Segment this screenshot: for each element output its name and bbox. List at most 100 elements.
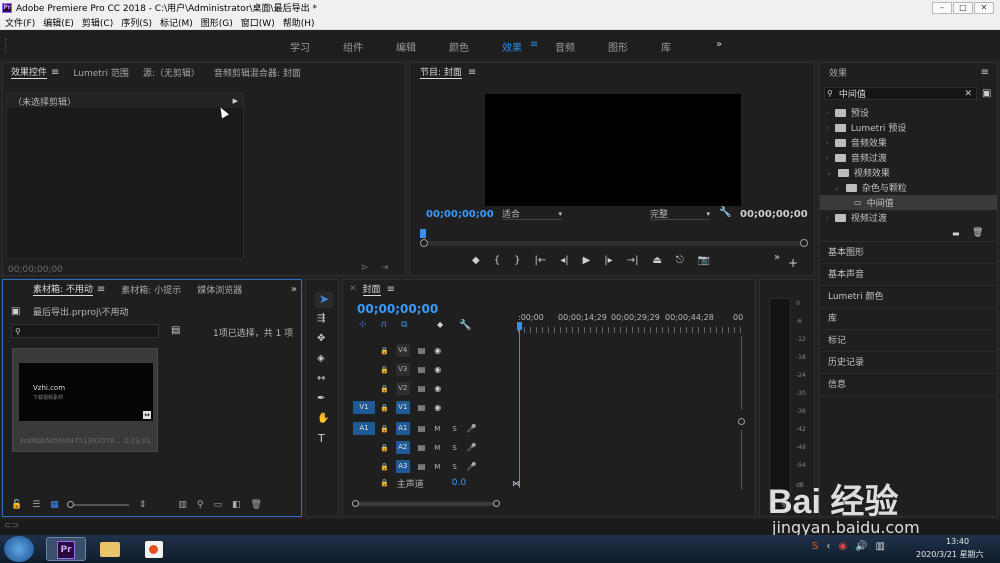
network-icon[interactable]: ▥ — [876, 541, 885, 552]
clip-thumbnail-card[interactable]: Vzhi.com 下载视频素材 ⇔ 3cd6bb505fed4751392078… — [12, 348, 158, 452]
expand-arrow-icon[interactable]: › — [826, 124, 829, 132]
playhead-marker[interactable] — [517, 322, 522, 330]
scroll-handle-left[interactable] — [352, 500, 359, 507]
panel-menu-icon[interactable]: ≡ — [981, 67, 989, 78]
workspace-libraries[interactable]: 库 — [661, 39, 671, 54]
tab-audio-clip-mixer[interactable]: 音频剪辑混合器: 封面 — [214, 66, 301, 79]
timeline-timecode[interactable]: 00;00;00;00 — [357, 302, 438, 316]
workspace-assembly[interactable]: 组件 — [343, 39, 363, 54]
taskbar-explorer[interactable] — [90, 537, 130, 561]
new-custom-bin-icon[interactable]: ▬ — [952, 229, 960, 238]
workspace-color[interactable]: 颜色 — [449, 39, 469, 54]
delete-icon[interactable]: 🗑 — [972, 228, 983, 238]
workspace-menu-icon[interactable]: ≡ — [530, 39, 538, 50]
microphone-icon[interactable]: 🎤 — [467, 462, 477, 471]
panel-menu-icon[interactable]: ≡ — [97, 284, 105, 295]
eye-icon[interactable]: ◉ — [434, 403, 441, 412]
sort-icon[interactable]: ⇕ — [139, 500, 147, 510]
panel-essential-graphics[interactable]: 基本图形 — [820, 242, 997, 264]
track-label-a3[interactable]: A3 — [395, 460, 410, 473]
list-view-icon[interactable]: ☰ — [32, 500, 40, 510]
panel-menu-icon[interactable]: ≡ — [387, 284, 395, 295]
filter-icon[interactable]: ⊳ — [361, 263, 369, 273]
tab-bin-not-move[interactable]: 素材箱: 不用动 — [33, 282, 93, 296]
panel-history[interactable]: 历史记录 — [820, 352, 997, 374]
icon-view-icon[interactable]: ▦ — [50, 500, 59, 510]
sequence-tab[interactable]: 封面 — [362, 282, 381, 296]
effects-panel-title[interactable]: 效果 — [829, 66, 847, 79]
expand-arrow-icon[interactable]: › — [826, 154, 829, 162]
razor-tool-icon[interactable]: ◈ — [317, 353, 325, 364]
play-icon[interactable]: ▶ — [583, 255, 591, 266]
tree-item-audio-effects[interactable]: › 音频效果 — [820, 135, 997, 150]
tab-source[interactable]: 源:（无剪辑） — [143, 66, 200, 79]
microphone-icon[interactable]: 🎤 — [467, 424, 477, 433]
timeline-settings-icon[interactable]: 🔧 — [459, 320, 471, 331]
scroll-handle-left[interactable] — [420, 239, 428, 247]
ime-icon[interactable]: S — [812, 541, 818, 552]
wrench-icon[interactable]: 🔧 — [719, 207, 731, 218]
panel-libraries[interactable]: 库 — [820, 308, 997, 330]
lift-icon[interactable]: ⏏ — [652, 255, 661, 266]
collapse-arrow-icon[interactable]: ⌄ — [834, 184, 840, 192]
source-patch-v1[interactable]: V1 — [353, 401, 375, 414]
lock-icon[interactable]: 🔒 — [380, 366, 389, 374]
start-button[interactable] — [4, 536, 34, 562]
track-label-v1[interactable]: V1 — [395, 401, 410, 414]
expand-arrow-icon[interactable]: › — [826, 139, 829, 147]
lock-icon[interactable]: 🔒 — [380, 463, 389, 471]
sync-lock-icon[interactable]: ▤ — [418, 403, 426, 412]
menu-clip[interactable]: 剪辑(C) — [82, 16, 113, 29]
scroll-handle[interactable] — [738, 418, 745, 425]
mute-button[interactable]: M — [434, 463, 440, 471]
extract-icon[interactable]: ⎋ — [676, 255, 684, 266]
source-patch-a1[interactable]: A1 — [353, 422, 375, 435]
workspace-learn[interactable]: 学习 — [290, 39, 310, 54]
menu-help[interactable]: 帮助(H) — [283, 16, 315, 29]
menu-file[interactable]: 文件(F) — [5, 16, 35, 29]
zoom-slider-handle[interactable] — [66, 501, 74, 508]
button-editor-icon[interactable]: + — [788, 256, 798, 270]
eye-icon[interactable]: ◉ — [434, 384, 441, 393]
record-icon[interactable]: ◉ — [838, 541, 847, 552]
track-label-v2[interactable]: V2 — [395, 382, 410, 395]
tree-item-audio-transitions[interactable]: › 音频过渡 — [820, 150, 997, 165]
find-icon[interactable]: ⚲ — [197, 500, 204, 510]
menu-graphics[interactable]: 图形(G) — [201, 16, 233, 29]
workspace-effects[interactable]: 效果 — [502, 39, 522, 54]
effects-search-input[interactable]: ⚲ 中间值 ✕ — [824, 87, 977, 100]
panel-info[interactable]: 信息 — [820, 374, 997, 396]
ripple-edit-tool-icon[interactable]: ✥ — [317, 333, 325, 344]
track-label-v3[interactable]: V3 — [395, 363, 410, 376]
mute-button[interactable]: M — [434, 444, 440, 452]
mark-in-icon[interactable]: { — [494, 255, 500, 266]
close-sequence-icon[interactable]: ✕ — [349, 284, 357, 294]
track-label-a2[interactable]: A2 — [395, 441, 410, 454]
lock-icon[interactable]: 🔒 — [380, 444, 389, 452]
automate-to-sequence-icon[interactable]: ▥ — [178, 500, 187, 510]
go-to-in-icon[interactable]: |← — [534, 255, 546, 266]
selection-tool-icon[interactable]: ➤ — [315, 292, 333, 308]
new-bin-icon[interactable]: ▭ — [213, 500, 222, 510]
mark-out-icon[interactable]: } — [514, 255, 520, 266]
maximize-button[interactable]: □ — [953, 1, 973, 14]
hand-tool-icon[interactable]: ✋ — [317, 413, 329, 424]
expand-arrow-icon[interactable]: › — [826, 109, 829, 117]
playhead-timecode[interactable]: 00;00;00;00 — [426, 209, 494, 220]
close-button[interactable]: ✕ — [974, 1, 994, 14]
nest-toggle-icon[interactable]: ⊹ — [359, 320, 367, 330]
scroll-handle-right[interactable] — [493, 500, 500, 507]
clock-time[interactable]: 13:40 — [946, 537, 969, 546]
tree-item-video-transitions[interactable]: › 视频过渡 — [820, 210, 997, 225]
taskbar-app[interactable] — [134, 537, 174, 561]
fit-dropdown[interactable]: 适合 ▾ — [502, 208, 562, 220]
tree-item-presets[interactable]: › 预设 — [820, 105, 997, 120]
solo-button[interactable]: S — [452, 444, 456, 452]
collapse-arrow-icon[interactable]: ⌄ — [826, 169, 832, 177]
solo-button[interactable]: S — [452, 425, 456, 433]
trash-icon[interactable]: 🗑 — [251, 500, 262, 510]
linked-selection-icon[interactable]: ⧉ — [401, 320, 407, 330]
volume-icon[interactable]: 🔊 — [855, 541, 867, 552]
microphone-icon[interactable]: 🎤 — [467, 443, 477, 452]
program-monitor-title[interactable]: 节目: 封面 — [420, 65, 462, 79]
